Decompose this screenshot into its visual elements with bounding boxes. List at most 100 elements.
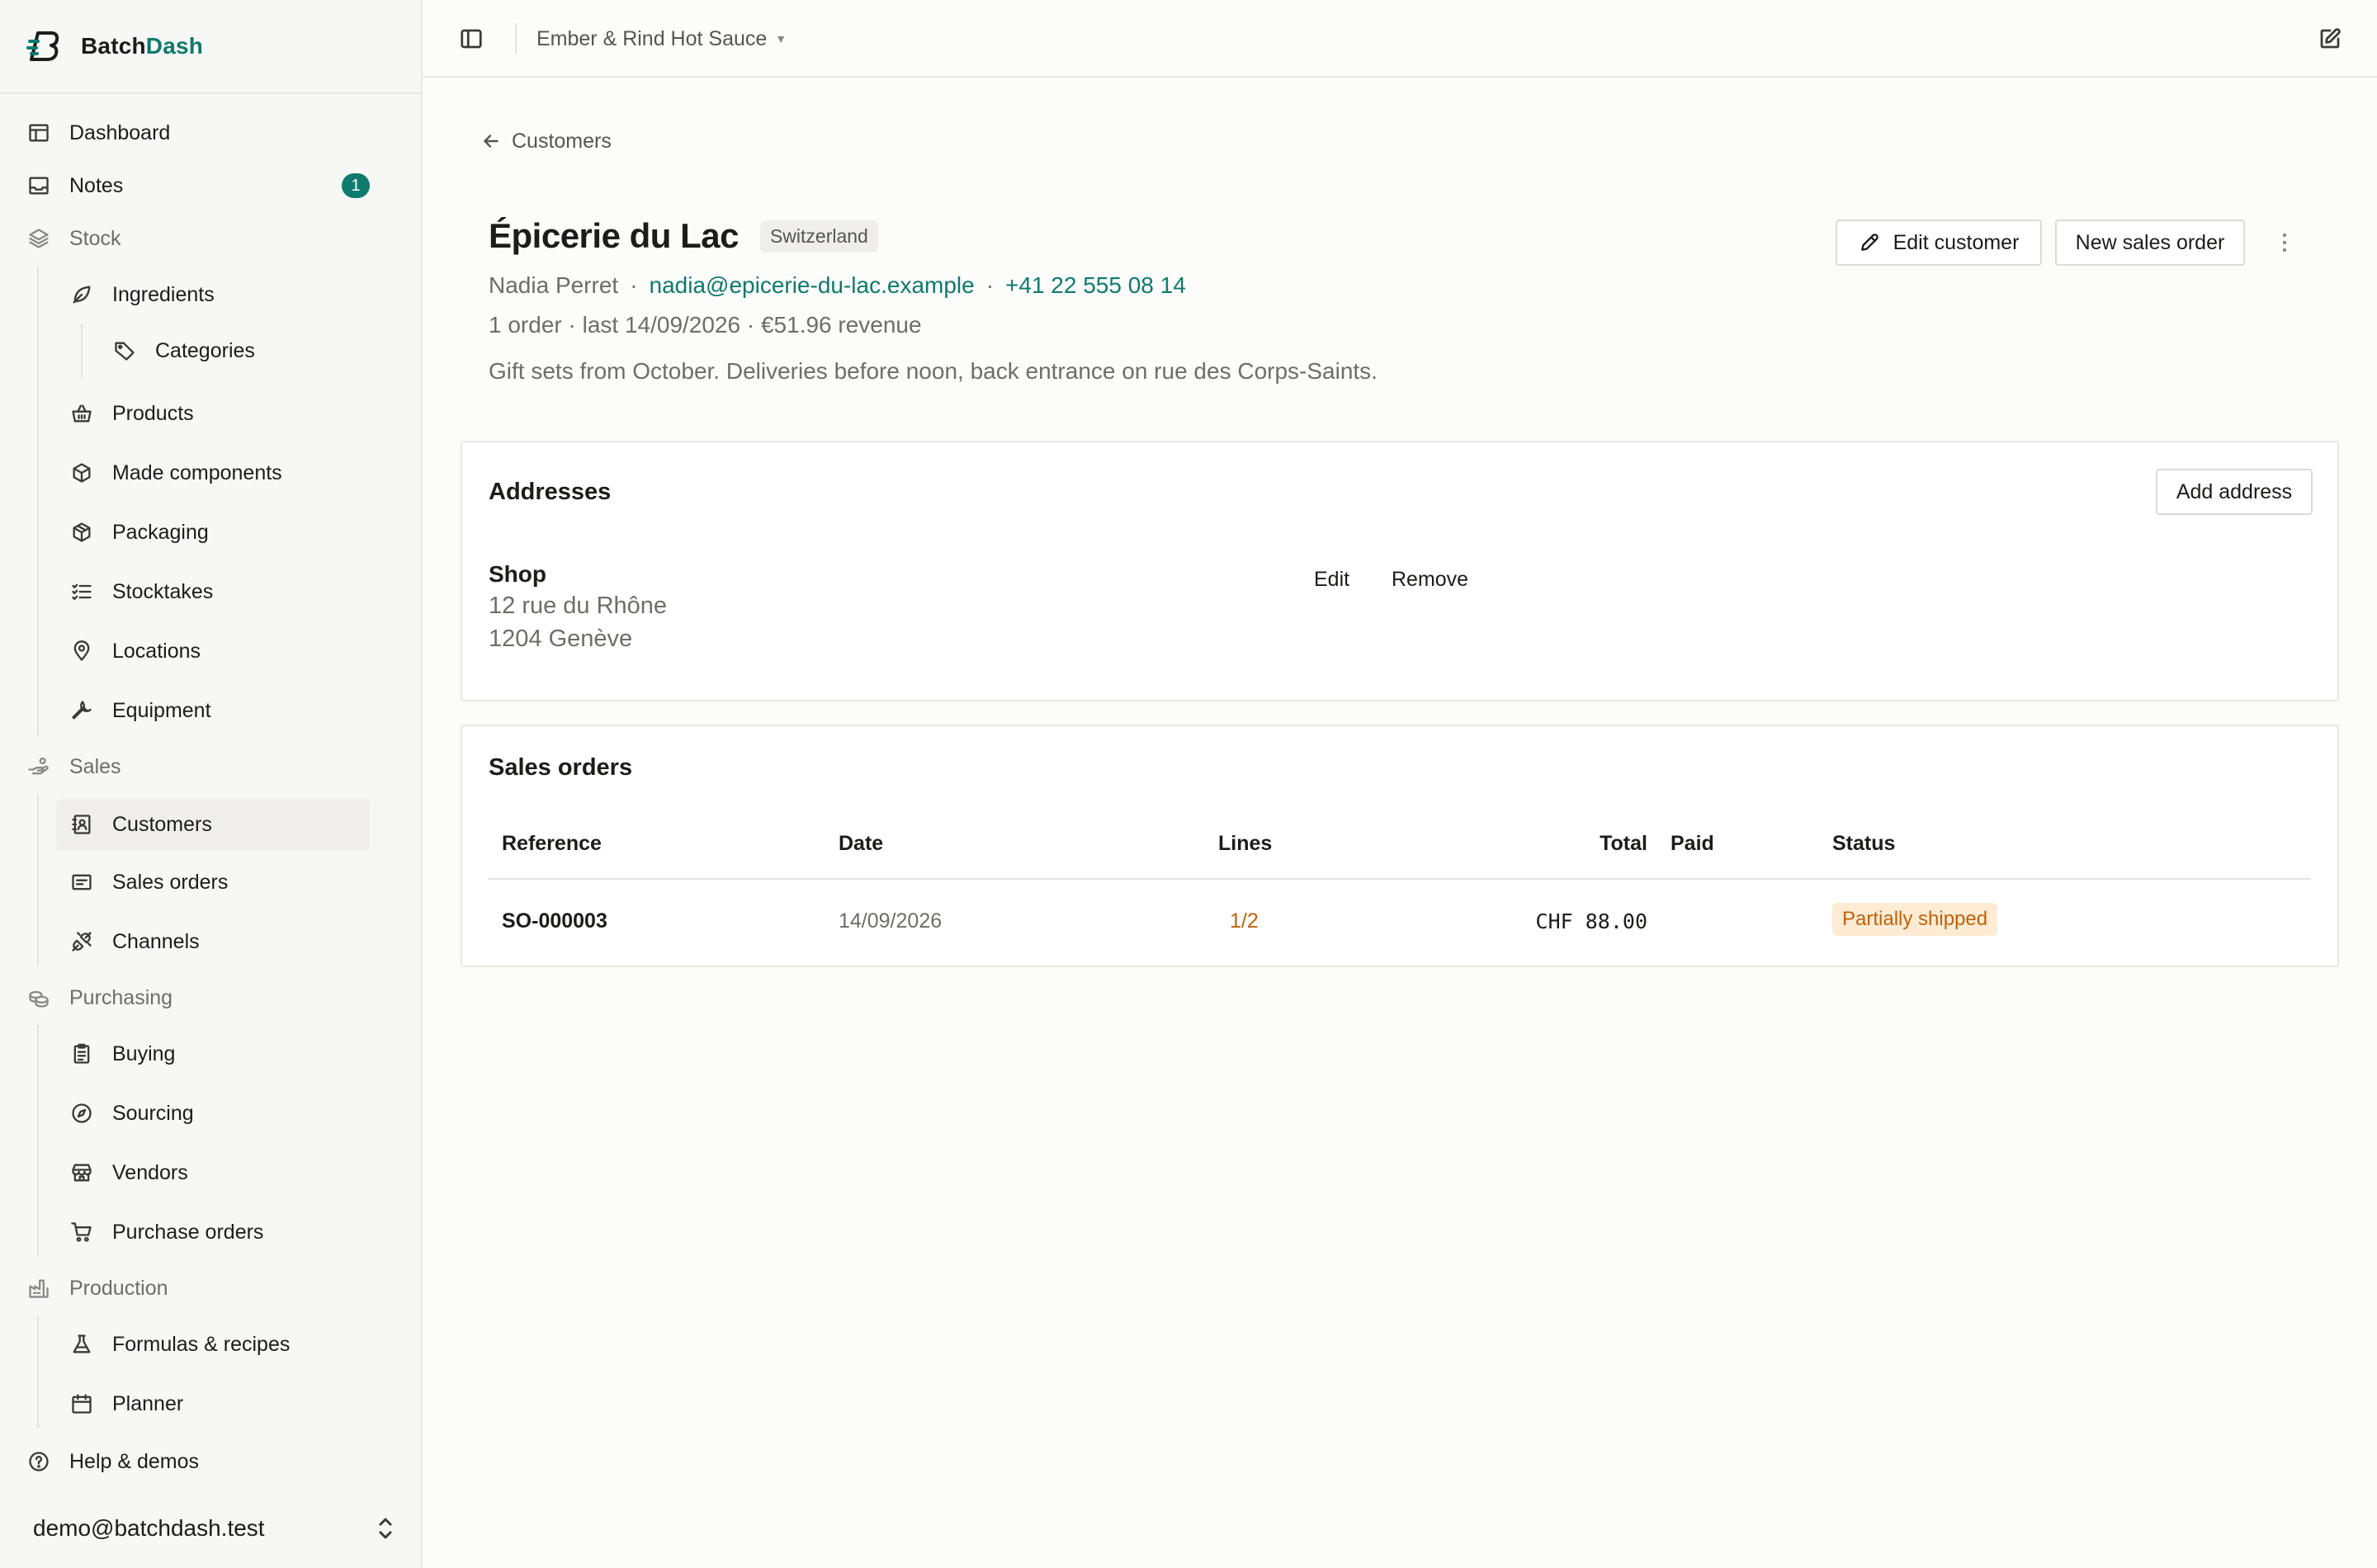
order-total: CHF 88.00 bbox=[1535, 909, 1647, 933]
customer-header: Épicerie du Lac Switzerland bbox=[489, 216, 878, 256]
edit-address-button[interactable]: Edit bbox=[1314, 568, 1349, 592]
column-header-reference[interactable]: Reference bbox=[502, 832, 602, 856]
customer-stats: 1 order · last 14/09/2026 · €51.96 reven… bbox=[489, 312, 922, 338]
sidebar-group-production[interactable]: Production bbox=[26, 1265, 396, 1311]
notes-count-badge: 1 bbox=[342, 173, 370, 198]
sidebar-item-categories[interactable]: Categories bbox=[99, 328, 380, 374]
checklist-icon bbox=[69, 579, 94, 604]
box-icon bbox=[69, 460, 94, 485]
sidebar-item-label: Sourcing bbox=[112, 1101, 194, 1125]
sidebar-item-label: Help & demos bbox=[69, 1449, 200, 1473]
store-icon bbox=[69, 1160, 94, 1185]
sidebar-item-dashboard[interactable]: Dashboard bbox=[26, 110, 396, 156]
sidebar-group-purchasing[interactable]: Purchasing bbox=[26, 975, 396, 1021]
sidebar-item-purchase-orders[interactable]: Purchase orders bbox=[56, 1209, 370, 1255]
sidebar-item-locations[interactable]: Locations bbox=[56, 628, 370, 674]
remove-address-button[interactable]: Remove bbox=[1392, 568, 1468, 592]
compass-icon bbox=[69, 1101, 94, 1126]
sidebar-item-label: Buying bbox=[112, 1041, 176, 1065]
email-link[interactable]: nadia@epicerie-du-lac.example bbox=[650, 272, 975, 299]
sidebar-item-packaging[interactable]: Packaging bbox=[56, 509, 370, 555]
topbar-separator bbox=[515, 23, 517, 54]
sidebar-item-equipment[interactable]: Equipment bbox=[56, 687, 370, 734]
sidebar-item-buying[interactable]: Buying bbox=[56, 1031, 370, 1077]
sidebar-item-label: Locations bbox=[112, 639, 201, 663]
sidebar-item-sourcing[interactable]: Sourcing bbox=[56, 1090, 370, 1136]
sidebar-item-products[interactable]: Products bbox=[56, 390, 370, 437]
add-address-button[interactable]: Add address bbox=[2156, 469, 2313, 515]
sidebar-group-sales[interactable]: Sales bbox=[26, 744, 396, 790]
contact-line: Nadia Perret · nadia@epicerie-du-lac.exa… bbox=[489, 272, 1186, 299]
separator-dot: · bbox=[985, 272, 995, 298]
edit-square-icon bbox=[2320, 28, 2341, 49]
sidebar-item-help[interactable]: Help & demos bbox=[26, 1438, 396, 1485]
sidebar-item-formulas[interactable]: Formulas & recipes bbox=[56, 1321, 370, 1367]
brand-name: BatchDash bbox=[81, 33, 204, 59]
workspace-name: Ember & Rind Hot Sauce bbox=[536, 26, 768, 50]
edit-customer-button[interactable]: Edit customer bbox=[1836, 220, 2042, 266]
brand[interactable]: BatchDash bbox=[26, 28, 203, 64]
sidebar-item-ingredients[interactable]: Ingredients bbox=[56, 272, 370, 318]
workspace-switcher[interactable]: Ember & Rind Hot Sauce ▼ bbox=[536, 25, 787, 53]
sidebar-item-label: Sales orders bbox=[112, 870, 229, 894]
column-header-total[interactable]: Total bbox=[1600, 832, 1647, 856]
tree-line bbox=[81, 324, 83, 378]
sidebar-item-customers[interactable]: Customers bbox=[56, 799, 370, 850]
column-header-status[interactable]: Status bbox=[1832, 832, 1895, 856]
new-sales-order-button[interactable]: New sales order bbox=[2055, 220, 2245, 266]
back-to-customers-link[interactable]: Customers bbox=[480, 127, 612, 155]
receipt-icon bbox=[69, 870, 94, 895]
column-header-lines[interactable]: Lines bbox=[1218, 832, 1272, 856]
flask-icon bbox=[69, 1332, 94, 1357]
account-switcher[interactable]: demo@batchdash.test bbox=[33, 1502, 396, 1555]
back-label: Customers bbox=[512, 129, 612, 153]
sidebar-item-vendors[interactable]: Vendors bbox=[56, 1150, 370, 1196]
sidebar-toggle-button[interactable] bbox=[457, 25, 485, 53]
cart-icon bbox=[69, 1220, 94, 1244]
order-lines: 1/2 bbox=[1230, 909, 1259, 933]
phone-link[interactable]: +41 22 555 08 14 bbox=[1005, 272, 1186, 299]
country-badge: Switzerland bbox=[759, 220, 878, 253]
sidebar-item-stocktakes[interactable]: Stocktakes bbox=[56, 569, 370, 615]
hand-coins-icon bbox=[26, 754, 51, 779]
topbar: Ember & Rind Hot Sauce ▼ bbox=[423, 0, 2377, 78]
sidebar-item-label: Packaging bbox=[112, 520, 209, 544]
sidebar-item-label: Formulas & recipes bbox=[112, 1332, 291, 1356]
tree-line bbox=[37, 794, 39, 966]
sidebar-item-label: Vendors bbox=[112, 1160, 188, 1184]
sidebar-item-notes[interactable]: Notes 1 bbox=[26, 163, 396, 209]
tree-line bbox=[37, 266, 39, 736]
tree-line bbox=[37, 1315, 39, 1428]
customer-notes: Gift sets from October. Deliveries befor… bbox=[489, 358, 1378, 384]
map-pin-icon bbox=[69, 639, 94, 664]
status-badge: Partially shipped bbox=[1832, 903, 1998, 936]
contact-name: Nadia Perret bbox=[489, 272, 619, 298]
sidebar-item-planner[interactable]: Planner bbox=[56, 1381, 370, 1427]
order-date: 14/09/2026 bbox=[839, 909, 943, 933]
sidebar-group-label: Sales bbox=[69, 754, 121, 778]
sidebar-item-sales-orders[interactable]: Sales orders bbox=[56, 859, 370, 905]
sidebar-divider bbox=[0, 92, 423, 94]
batchdash-logo-icon bbox=[26, 31, 59, 61]
column-header-paid[interactable]: Paid bbox=[1671, 832, 1714, 856]
sidebar-item-made-components[interactable]: Made components bbox=[56, 450, 370, 496]
plug-icon bbox=[69, 929, 94, 954]
clipboard-icon bbox=[69, 1041, 94, 1066]
address-line: 1204 Genève bbox=[489, 626, 633, 652]
contact-book-icon bbox=[69, 812, 94, 837]
compose-button[interactable] bbox=[2316, 25, 2344, 53]
wrench-icon bbox=[69, 698, 94, 723]
tree-line bbox=[37, 1025, 39, 1256]
table-header-divider bbox=[489, 878, 2311, 880]
button-label: Add address bbox=[2176, 479, 2293, 503]
more-actions-button[interactable] bbox=[2270, 228, 2299, 257]
sidebar-item-label: Categories bbox=[155, 338, 255, 362]
address-line: 12 rue du Rhône bbox=[489, 593, 668, 619]
sidebar-item-label: Purchase orders bbox=[112, 1220, 264, 1244]
panel-left-icon bbox=[461, 29, 482, 49]
column-header-date[interactable]: Date bbox=[839, 832, 883, 856]
sidebar-item-channels[interactable]: Channels bbox=[56, 919, 370, 965]
sidebar-group-stock[interactable]: Stock bbox=[26, 215, 396, 262]
order-reference[interactable]: SO-000003 bbox=[502, 909, 607, 933]
sidebar-item-label: Notes bbox=[69, 173, 124, 197]
